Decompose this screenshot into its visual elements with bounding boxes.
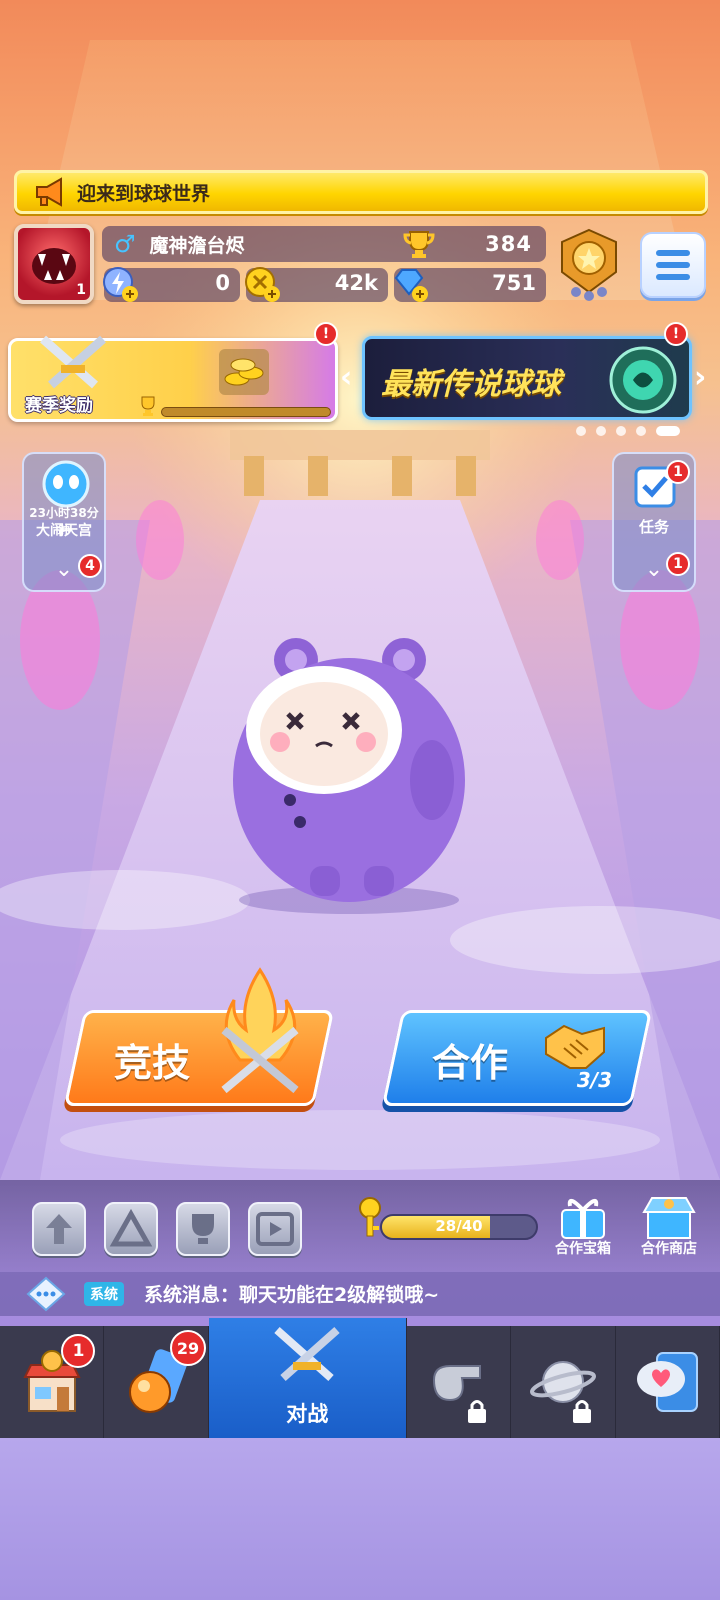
- coop-shop-button[interactable]: 合作商店: [634, 1192, 704, 1258]
- trophy-small-icon: [141, 396, 155, 416]
- menu-line-icon: [656, 250, 690, 256]
- rank-badge-icon[interactable]: [556, 226, 622, 302]
- trophy-button[interactable]: [176, 1202, 230, 1256]
- heart-chat-icon: [637, 1352, 699, 1412]
- gender-icon: ♂: [114, 230, 136, 258]
- energy-currency[interactable]: 0: [103, 267, 240, 302]
- player-level: 1: [76, 282, 86, 298]
- coin-plus-icon: [245, 267, 280, 302]
- coin-stack-icon: [219, 349, 269, 395]
- menu-line-icon: [656, 274, 690, 280]
- banner-text: 迎来到球球世界: [77, 182, 211, 205]
- coin-value: 42k: [334, 271, 378, 295]
- lock-icon: [468, 1400, 487, 1423]
- coop-shop-label: 合作商店: [641, 1241, 697, 1257]
- legend-banner-text: 最新传说球球: [381, 367, 561, 402]
- energy-value: 0: [215, 271, 230, 295]
- player-name: 魔神澹台烬: [149, 234, 245, 257]
- rank-up-button[interactable]: [32, 1202, 86, 1256]
- game-scene: 迎来到球球世界 1 ♂ 魔神澹台烬 384 0 42k 751 赛季奖励 ! ‹…: [0, 0, 720, 1600]
- replay-button[interactable]: [248, 1202, 302, 1256]
- trophy-count: 384: [485, 232, 532, 256]
- carousel-dot[interactable]: [616, 426, 626, 436]
- arena-mode-button[interactable]: 竞技: [63, 967, 335, 1106]
- player-avatar[interactable]: 1: [14, 224, 94, 304]
- triangle-mode-button[interactable]: [104, 1202, 158, 1256]
- season-progress-bar: [161, 407, 331, 417]
- floor-background: [0, 1438, 720, 1600]
- nav-planet-locked[interactable]: [511, 1326, 616, 1438]
- film-replay-icon: [256, 1212, 294, 1246]
- coop-mode-label: 合作: [432, 1041, 509, 1085]
- diamond-plus-icon: [394, 269, 428, 302]
- bottom-nav: 1 29 对战: [0, 1318, 720, 1438]
- event-count-badge: 4: [78, 554, 102, 578]
- carousel-next-icon[interactable]: ›: [694, 360, 712, 396]
- season-reward-label: 赛季奖励: [25, 396, 93, 416]
- event-title: 大闹天宫: [36, 523, 92, 539]
- arena-mode-label: 竞技: [114, 1041, 191, 1085]
- gift-chest-icon: [561, 1198, 605, 1239]
- trophy-icon: [403, 231, 435, 258]
- nav-battle[interactable]: 对战: [208, 1318, 407, 1438]
- carousel-dot[interactable]: [576, 426, 586, 436]
- coop-chest-button[interactable]: 合作宝箱: [548, 1192, 618, 1258]
- triangle-icon: [109, 1208, 153, 1247]
- carousel-dot[interactable]: [636, 426, 646, 436]
- key-progress-text: 28/40: [435, 1217, 483, 1235]
- coop-mode-button[interactable]: 合作 3/3: [381, 1010, 653, 1106]
- season-reward-card[interactable]: 赛季奖励: [8, 335, 338, 422]
- nav-shop[interactable]: 1: [0, 1326, 105, 1438]
- welcome-banner[interactable]: 迎来到球球世界: [14, 170, 708, 214]
- trophy-gray-icon: [192, 1214, 214, 1244]
- energy-plus-icon: [103, 267, 138, 302]
- carousel-dot-active[interactable]: [656, 426, 680, 436]
- player-character[interactable]: [214, 630, 484, 920]
- coop-count: 3/3: [576, 1068, 612, 1092]
- lock-icon: [572, 1400, 591, 1423]
- diamond-value: 751: [492, 271, 536, 295]
- handshake-icon: [545, 1024, 605, 1069]
- coop-chest-label: 合作宝箱: [555, 1241, 611, 1257]
- legend-ball-banner[interactable]: 最新传说球球: [362, 336, 692, 420]
- megaphone-icon: [36, 177, 62, 207]
- menu-line-icon: [656, 262, 690, 268]
- chat-bubble-icon: [26, 1276, 66, 1312]
- rank-up-icon: [46, 1214, 72, 1244]
- legend-ball-icon: [609, 346, 677, 414]
- balls-badge: 29: [169, 1330, 206, 1366]
- chat-message: 系统消息：聊天功能在2级解锁哦~: [144, 1284, 440, 1306]
- flaming-swords-icon: [221, 967, 299, 1094]
- carousel-dots: [576, 426, 680, 436]
- season-alert-badge: !: [314, 322, 338, 346]
- legend-alert-badge: !: [664, 322, 688, 346]
- nav-whistle-locked[interactable]: [407, 1326, 512, 1438]
- carousel-dot[interactable]: [596, 426, 606, 436]
- diamond-currency[interactable]: 751: [394, 268, 546, 302]
- nav-balls[interactable]: 29: [104, 1326, 209, 1438]
- shop-badge: 1: [61, 1334, 96, 1368]
- player-name-bar[interactable]: ♂ 魔神澹台烬 384: [102, 226, 546, 262]
- task-badge-top: 1: [666, 460, 690, 484]
- chat-bar[interactable]: 系统 系统消息：聊天功能在2级解锁哦~: [0, 1272, 720, 1316]
- monkey-king-icon: [42, 460, 90, 508]
- carousel-prev-icon[interactable]: ‹: [340, 360, 358, 396]
- nav-battle-label: 对战: [286, 1402, 329, 1426]
- coin-currency[interactable]: 42k: [245, 267, 388, 302]
- menu-button[interactable]: [640, 232, 706, 298]
- nav-social[interactable]: [616, 1326, 720, 1438]
- shop-stall-icon: [642, 1197, 696, 1239]
- chat-system-tag: 系统: [84, 1282, 124, 1306]
- task-title: 任务: [638, 518, 669, 536]
- battle-swords-icon: [274, 1327, 340, 1381]
- key-progress-bar: 28/40: [380, 1214, 538, 1240]
- task-badge-bottom: 1: [666, 552, 690, 576]
- crossed-swords-icon: [40, 335, 106, 389]
